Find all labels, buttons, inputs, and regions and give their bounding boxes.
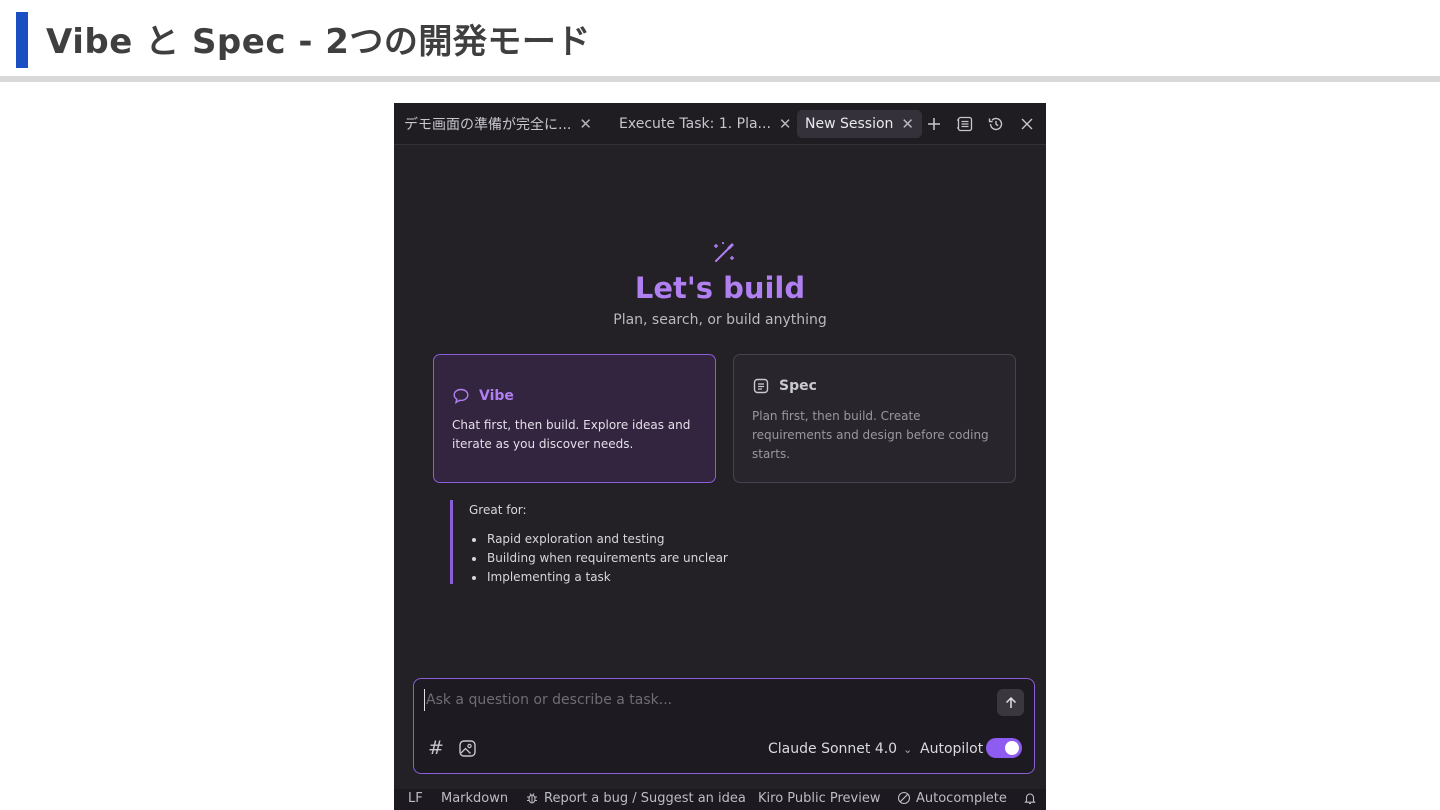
model-selector[interactable]: Claude Sonnet 4.0 ⌄ — [768, 741, 912, 757]
magic-wand-icon — [710, 239, 738, 267]
chat-bubble-icon — [453, 388, 469, 404]
tab-bar: デモ画面の準備が完全に... ✕ Execute Task: 1. Pla...… — [394, 103, 1046, 145]
spec-card-header: Spec — [752, 377, 817, 395]
document-icon — [753, 378, 769, 394]
great-for-panel: Great for: Rapid exploration and testing… — [450, 500, 750, 584]
tab-label: デモ画面の準備が完全に... — [404, 117, 572, 133]
autopilot-toggle[interactable] — [986, 738, 1022, 758]
vibe-mode-card[interactable]: Vibe Chat first, then build. Explore ide… — [433, 354, 716, 483]
great-for-title: Great for: — [469, 503, 527, 517]
vibe-card-title: Vibe — [479, 388, 514, 404]
chat-input-box: # Claude Sonnet 4.0 ⌄ Autopilot — [413, 678, 1035, 774]
tab-new-session[interactable]: New Session ✕ — [797, 110, 922, 138]
preview-badge[interactable]: Kiro Public Preview — [758, 791, 881, 806]
hash-context-icon[interactable]: # — [428, 737, 444, 759]
language-mode[interactable]: Markdown — [441, 791, 508, 806]
bug-icon — [525, 791, 539, 809]
vibe-card-description: Chat first, then build. Explore ideas an… — [452, 418, 691, 451]
status-bar: LF Markdown Report a bug / Suggest an id… — [394, 789, 1046, 810]
chat-input[interactable] — [424, 689, 984, 711]
close-icon[interactable]: ✕ — [779, 115, 792, 133]
model-label: Claude Sonnet 4.0 — [768, 741, 898, 757]
close-panel-icon[interactable] — [1017, 113, 1037, 135]
list-item: Building when requirements are unclear — [469, 549, 750, 568]
plus-icon[interactable] — [924, 113, 944, 135]
spec-card-description: Plan first, then build. Create requireme… — [752, 409, 989, 461]
autopilot-label: Autopilot — [920, 741, 984, 757]
send-button[interactable] — [997, 689, 1024, 716]
bell-icon[interactable] — [1023, 791, 1037, 809]
great-for-list: Rapid exploration and testing Building w… — [469, 530, 750, 587]
close-icon[interactable]: ✕ — [579, 115, 592, 133]
checklist-icon[interactable] — [955, 113, 975, 135]
hero-subtitle: Plan, search, or build anything — [613, 312, 827, 328]
kiro-chat-panel: デモ画面の準備が完全に... ✕ Execute Task: 1. Pla...… — [394, 103, 1046, 810]
no-entry-icon — [897, 791, 911, 809]
slide-header: Vibe と Spec - 2つの開発モード — [0, 0, 1440, 76]
list-item: Implementing a task — [469, 568, 750, 587]
close-icon[interactable]: ✕ — [901, 115, 914, 133]
toggle-knob — [1005, 741, 1019, 755]
spec-card-title: Spec — [779, 378, 817, 394]
chevron-down-icon: ⌄ — [903, 742, 913, 756]
list-item: Rapid exploration and testing — [469, 530, 750, 549]
line-ending-indicator[interactable]: LF — [408, 791, 423, 806]
slide-title: Vibe と Spec - 2つの開発モード — [46, 22, 591, 62]
tab-demo-prep[interactable]: デモ画面の準備が完全に... ✕ — [404, 110, 592, 138]
hero-title: Let's build — [634, 271, 806, 305]
arrow-up-icon — [1005, 696, 1016, 708]
image-upload-icon[interactable] — [458, 739, 477, 762]
vibe-card-header: Vibe — [452, 387, 514, 405]
slide-divider — [0, 76, 1440, 82]
report-bug-link[interactable]: Report a bug / Suggest an idea — [544, 791, 746, 806]
spec-mode-card[interactable]: Spec Plan first, then build. Create requ… — [733, 354, 1016, 483]
autocomplete-toggle[interactable]: Autocomplete — [916, 791, 1007, 806]
tab-label: Execute Task: 1. Pla... — [619, 116, 771, 132]
slide-accent-bar — [16, 12, 28, 68]
tab-label: New Session — [805, 116, 894, 132]
tab-execute-task[interactable]: Execute Task: 1. Pla... ✕ — [619, 110, 791, 138]
history-icon[interactable] — [986, 113, 1006, 135]
